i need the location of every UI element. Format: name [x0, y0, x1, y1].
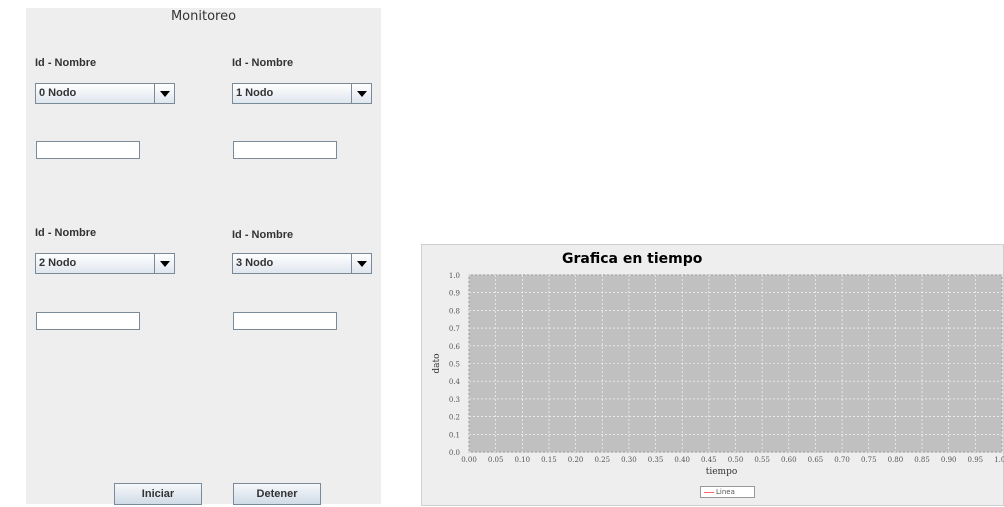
node-2-selected-value: 2 Nodo: [39, 257, 77, 269]
chevron-down-icon[interactable]: [351, 254, 371, 273]
node-3-value-field[interactable]: [233, 312, 337, 330]
node-2-select[interactable]: 2 Nodo: [35, 253, 175, 274]
x-tick-label: 0.70: [834, 456, 850, 464]
y-tick-label: 1.0: [449, 272, 460, 280]
x-tick-label: 0.55: [754, 456, 770, 464]
node-3-label: Id - Nombre: [232, 229, 294, 241]
node-2-value-field[interactable]: [36, 312, 140, 330]
chart-legend: Linea: [700, 486, 755, 498]
chart-svg: 0.00 0.05 0.10 0.15 0.20 0.25 0.30 0.35 0.40 0.45…: [432, 272, 1004, 477]
y-tick-label: 0.7: [449, 325, 460, 333]
node-3-select[interactable]: 3 Nodo: [232, 253, 372, 274]
x-axis-label: tiempo: [706, 467, 738, 477]
node-0-select[interactable]: 0 Nodo: [35, 83, 175, 104]
y-tick-label: 0.3: [449, 396, 460, 404]
x-tick-label: 0.10: [515, 456, 531, 464]
start-button[interactable]: Iniciar: [114, 483, 202, 505]
y-tick-label: 0.5: [449, 361, 460, 369]
legend-label: Linea: [716, 488, 735, 496]
chevron-down-icon[interactable]: [154, 254, 174, 273]
y-tick-label: 0.8: [449, 307, 460, 315]
y-axis-label: dato: [432, 353, 442, 373]
node-0-value-field[interactable]: [36, 141, 140, 159]
legend-swatch: [704, 492, 714, 493]
node-0-selected-value: 0 Nodo: [39, 87, 77, 99]
x-tick-label: 0.95: [968, 456, 984, 464]
node-0-label: Id - Nombre: [35, 57, 97, 69]
y-tick-label: 0.6: [449, 343, 461, 351]
x-tick-label: 0.90: [941, 456, 957, 464]
chevron-down-icon[interactable]: [154, 84, 174, 103]
x-tick-label: 0.85: [914, 456, 930, 464]
x-tick-label: 0.60: [781, 456, 797, 464]
x-tick-label: 0.65: [808, 456, 824, 464]
y-tick-label: 0.4: [449, 378, 461, 386]
y-tick-label: 0.9: [449, 290, 460, 298]
chevron-down-icon[interactable]: [351, 84, 371, 103]
x-tick-label: 0.25: [594, 456, 610, 464]
panel-title: Monitoreo: [170, 9, 237, 24]
stop-button[interactable]: Detener: [233, 483, 321, 505]
y-tick-label: 0.0: [449, 449, 460, 457]
x-tick-label: 0.15: [541, 456, 557, 464]
x-tick-label: 0.40: [674, 456, 690, 464]
y-tick-label: 0.1: [449, 431, 460, 439]
node-1-selected-value: 1 Nodo: [236, 87, 274, 99]
node-2-label: Id - Nombre: [35, 227, 97, 239]
x-tick-label: 0.50: [728, 456, 744, 464]
x-tick-label: 0.75: [861, 456, 877, 464]
x-tick-label: 1.00: [994, 456, 1004, 464]
node-1-select[interactable]: 1 Nodo: [232, 83, 372, 104]
monitoring-panel: Monitoreo Id - Nombre 0 Nodo Id - Nombre…: [26, 8, 381, 505]
y-tick-label: 0.2: [449, 414, 460, 422]
x-tick-label: 0.05: [488, 456, 504, 464]
node-1-label: Id - Nombre: [232, 57, 294, 69]
node-3-selected-value: 3 Nodo: [236, 257, 274, 269]
x-tick-label: 0.00: [461, 456, 477, 464]
node-1-value-field[interactable]: [233, 141, 337, 159]
chart-panel: Grafica en tiempo 0.00 0.05 0.10 0.15 0.20 0.…: [421, 244, 1004, 506]
x-tick-label: 0.35: [648, 456, 664, 464]
x-tick-label: 0.80: [888, 456, 904, 464]
x-tick-label: 0.20: [568, 456, 584, 464]
x-tick-label: 0.45: [701, 456, 717, 464]
x-tick-label: 0.30: [621, 456, 637, 464]
